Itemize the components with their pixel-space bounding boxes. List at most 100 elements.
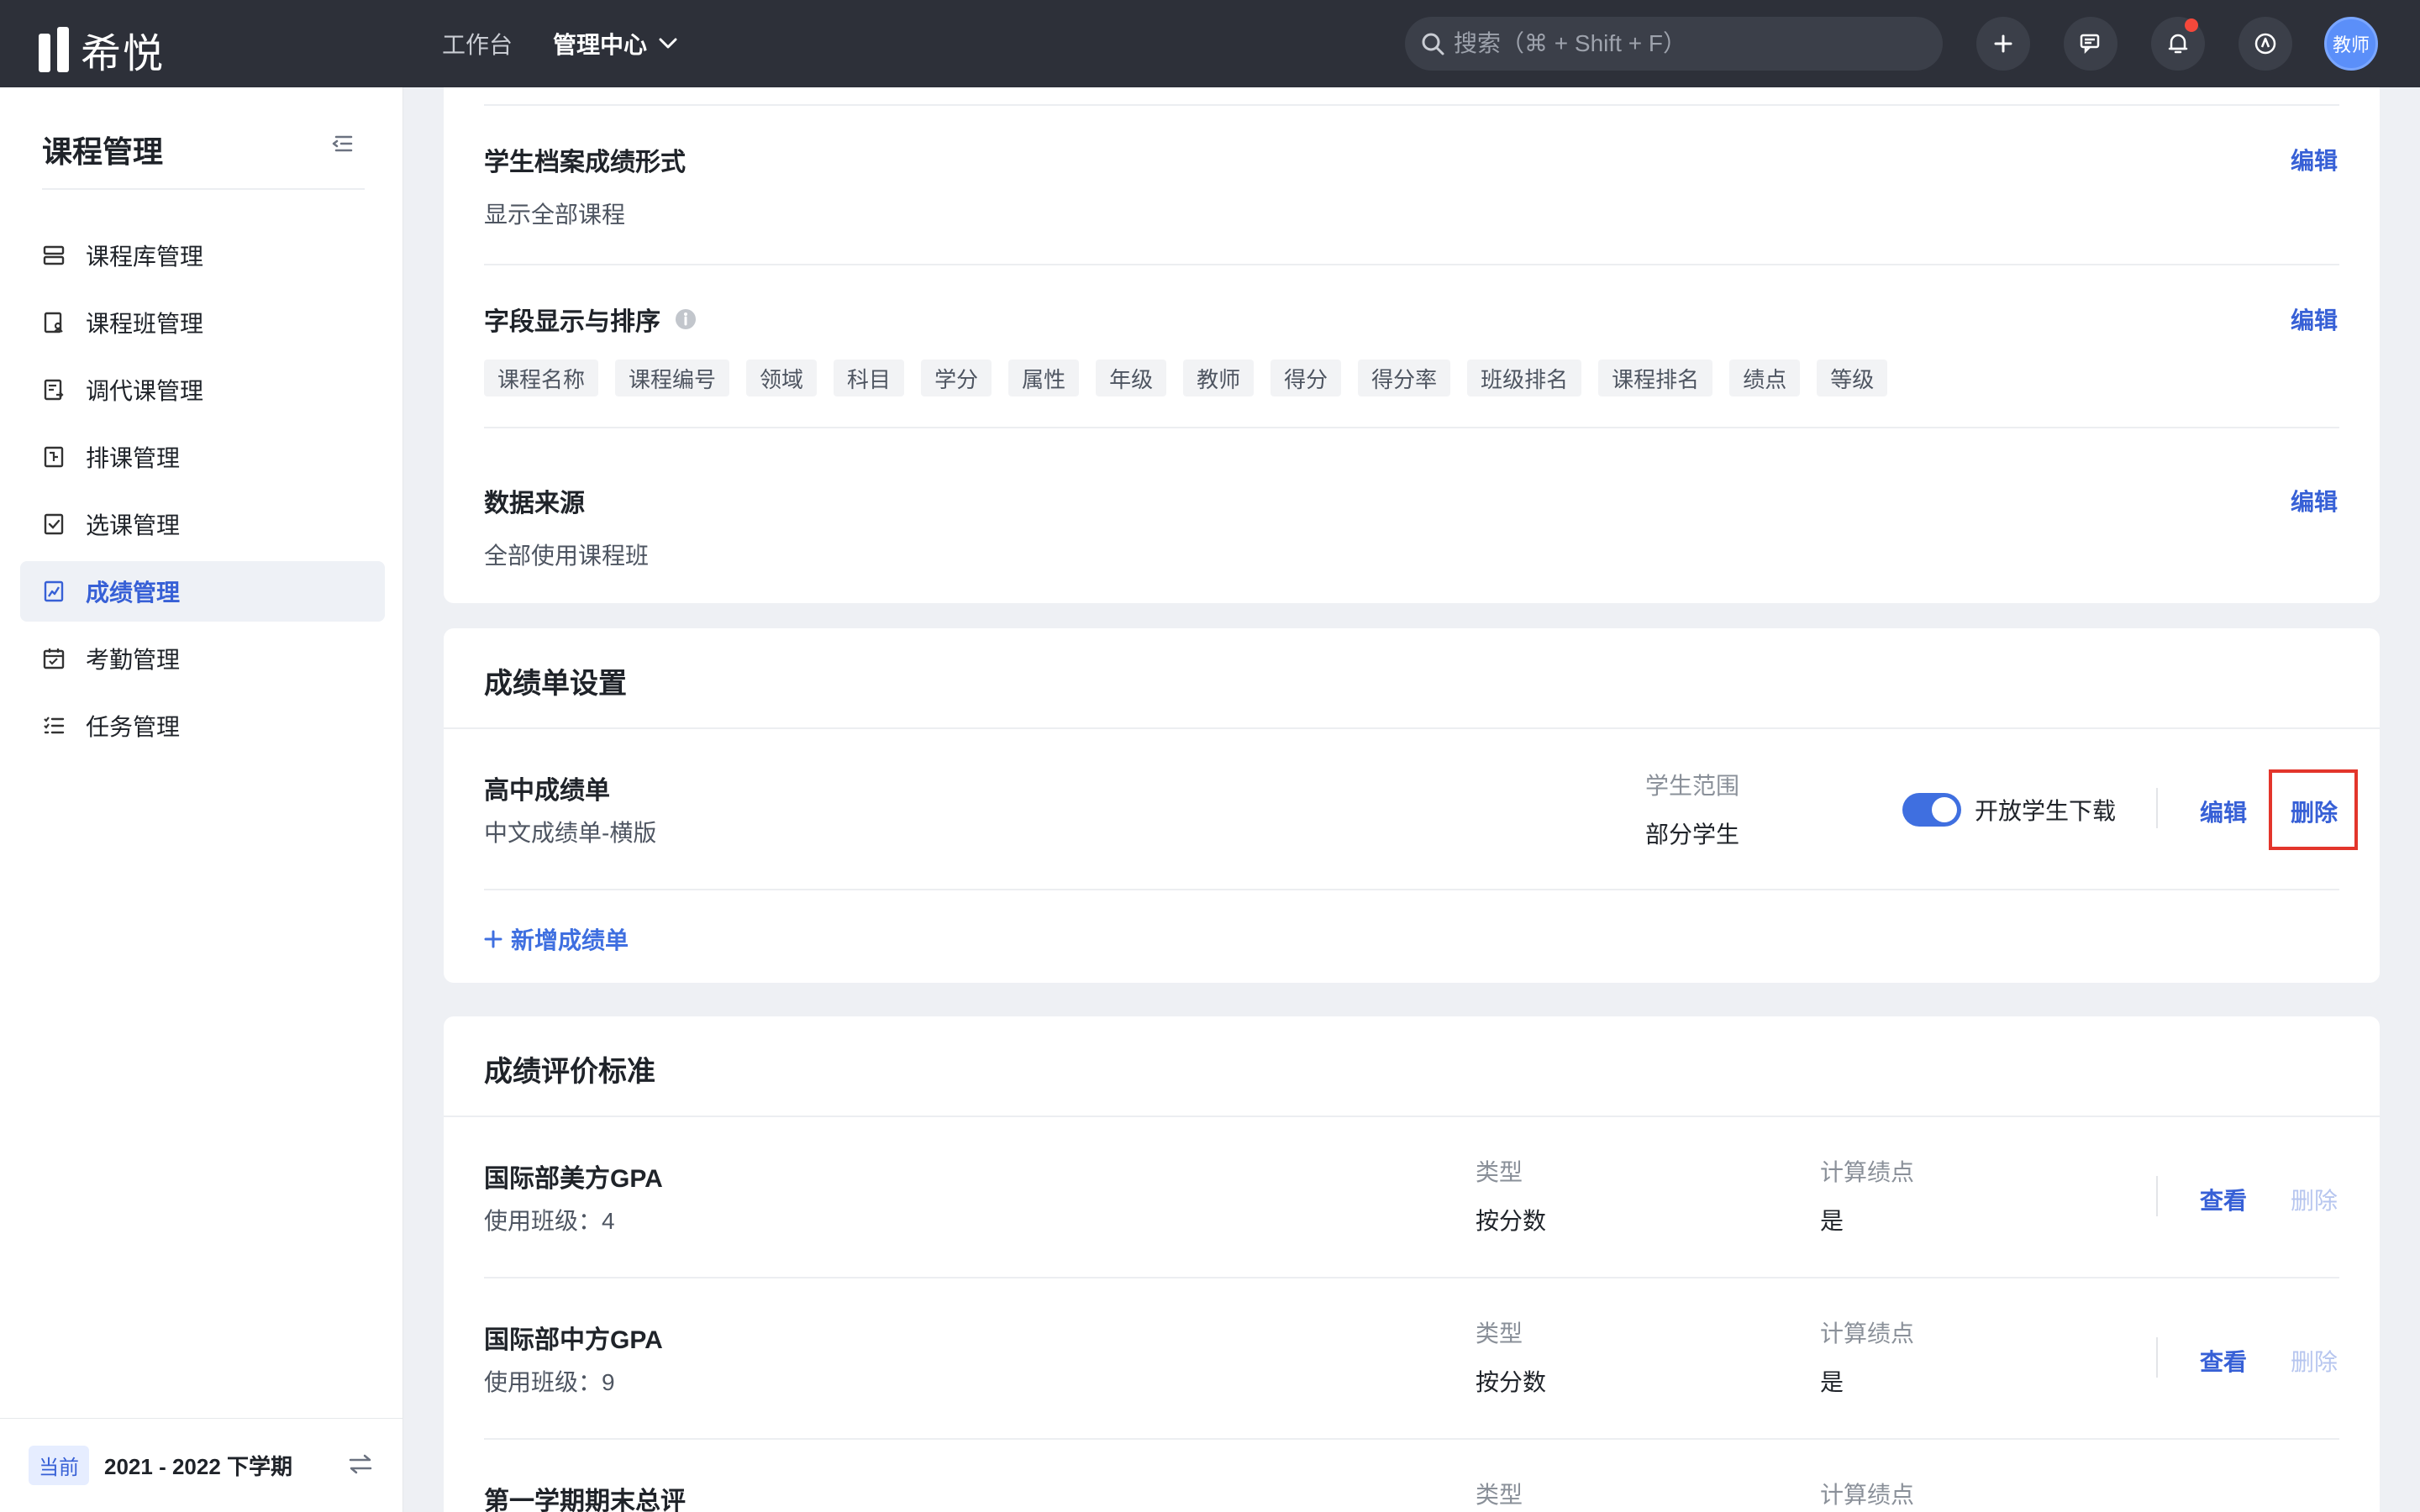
course-class-icon xyxy=(44,312,63,333)
user-avatar[interactable]: 教师 xyxy=(2324,17,2378,71)
field-tag: 属性 xyxy=(1008,360,1080,396)
sidebar-item-selection[interactable]: 选课管理 xyxy=(20,494,385,554)
sidebar-item-label: 考勤管理 xyxy=(86,647,181,673)
current-term-tag: 当前 xyxy=(29,1446,89,1485)
sidebar-item-substitute[interactable]: 调代课管理 xyxy=(20,360,385,420)
sidebar-item-label: 课程库管理 xyxy=(86,244,204,270)
task-icon xyxy=(44,717,65,734)
gpa-value: 是 xyxy=(1820,1208,1844,1234)
divider xyxy=(444,727,2380,729)
gpa-value: 是 xyxy=(1820,1369,1844,1395)
student-download-label: 开放学生下载 xyxy=(1975,798,2117,824)
type-label: 类型 xyxy=(1476,1159,1523,1185)
field-display-title-row: 字段显示与排序 xyxy=(484,301,697,338)
report-item-name: 高中成绩单 xyxy=(484,777,610,805)
grade-standards-card: 成绩评价标准 国际部美方GPA 使用班级：4 类型 按分数 计算绩点 是 查看 … xyxy=(444,1016,2380,1512)
info-icon[interactable] xyxy=(674,307,697,331)
divider xyxy=(484,104,2339,106)
divider xyxy=(2156,788,2158,828)
type-label: 类型 xyxy=(1476,1482,1523,1508)
sidebar-item-schedule[interactable]: 排课管理 xyxy=(20,427,385,487)
standard-name: 第一学期期末总评 xyxy=(484,1488,686,1512)
term-switcher[interactable]: 当前 2021 - 2022 下学期 xyxy=(0,1418,403,1512)
message-icon xyxy=(2080,34,2100,55)
field-tag: 绩点 xyxy=(1729,360,1801,396)
archive-format-title: 学生档案成绩形式 xyxy=(484,149,686,176)
student-scope-label: 学生范围 xyxy=(1645,773,1740,799)
field-tag: 学分 xyxy=(921,360,992,396)
view-standard-button[interactable]: 查看 xyxy=(2200,1344,2247,1378)
report-settings-title: 成绩单设置 xyxy=(484,668,627,700)
standard-name: 国际部中方GPA xyxy=(484,1326,663,1354)
delete-report-button[interactable]: 删除 xyxy=(2291,795,2338,828)
plus-icon xyxy=(1994,34,2012,53)
sidebar-item-course-class[interactable]: 课程班管理 xyxy=(20,292,385,353)
divider xyxy=(484,264,2339,265)
data-source-value: 全部使用课程班 xyxy=(484,543,650,569)
standard-sub: 使用班级：9 xyxy=(484,1369,615,1395)
plus-icon xyxy=(484,930,502,948)
notifications-button[interactable] xyxy=(2151,17,2205,71)
nav-workbench[interactable]: 工作台 xyxy=(442,27,513,60)
field-tag: 课程排名 xyxy=(1598,360,1713,396)
student-download-toggle[interactable] xyxy=(1902,793,1961,827)
field-tag: 班级排名 xyxy=(1467,360,1582,396)
sidebar-item-label: 调代课管理 xyxy=(86,378,204,404)
field-display-title: 字段显示与排序 xyxy=(484,308,660,336)
course-library-icon xyxy=(43,245,65,265)
divider xyxy=(444,1116,2380,1117)
sidebar-item-attendance[interactable]: 考勤管理 xyxy=(20,628,385,689)
standard-name: 国际部美方GPA xyxy=(484,1165,663,1193)
nav-management-center[interactable]: 管理中心 xyxy=(553,27,677,60)
collapse-sidebar-icon[interactable] xyxy=(331,134,353,153)
gpa-label: 计算绩点 xyxy=(1820,1159,1915,1185)
report-item-sub: 中文成绩单-横版 xyxy=(484,820,657,846)
sidebar: 课程管理 课程库管理 课程班管理 调代课管理 排课管理 选课管理 成绩管理 考勤… xyxy=(0,87,403,1512)
edit-field-display-button[interactable]: 编辑 xyxy=(2291,302,2338,336)
sidebar-item-label: 排课管理 xyxy=(86,445,181,471)
view-standard-button[interactable]: 查看 xyxy=(2200,1183,2247,1216)
logo-text: 希悦 xyxy=(81,32,166,76)
sidebar-item-label: 选课管理 xyxy=(86,512,181,538)
logo-mark-icon xyxy=(39,27,69,72)
add-report-button[interactable]: 新增成绩单 xyxy=(484,922,629,956)
app-logo[interactable]: 希悦 xyxy=(39,20,165,79)
field-tags: 课程名称 课程编号 领域 科目 学分 属性 年级 教师 得分 得分率 班级排名 … xyxy=(484,360,1888,396)
divider xyxy=(484,1277,2339,1278)
substitute-icon xyxy=(44,379,64,401)
field-tag: 科目 xyxy=(834,360,905,396)
schedule-icon xyxy=(44,446,64,468)
sidebar-item-course-library[interactable]: 课程库管理 xyxy=(20,225,385,286)
edit-data-source-button[interactable]: 编辑 xyxy=(2291,484,2338,517)
sidebar-item-task[interactable]: 任务管理 xyxy=(20,696,385,756)
field-tag: 等级 xyxy=(1817,360,1888,396)
field-tag: 教师 xyxy=(1183,360,1255,396)
edit-report-button[interactable]: 编辑 xyxy=(2200,795,2247,828)
add-report-label: 新增成绩单 xyxy=(511,927,629,953)
bell-icon xyxy=(2168,34,2188,54)
nav-management-center-label: 管理中心 xyxy=(553,32,648,58)
search-input[interactable] xyxy=(1454,30,1924,57)
app-switch-button[interactable] xyxy=(2238,17,2292,71)
field-tag: 得分率 xyxy=(1358,360,1451,396)
field-tag: 得分 xyxy=(1270,360,1342,396)
sidebar-menu: 课程库管理 课程班管理 调代课管理 排课管理 选课管理 成绩管理 考勤管理 任务… xyxy=(20,225,385,763)
gpa-label: 计算绩点 xyxy=(1820,1320,1915,1347)
compass-icon xyxy=(2254,33,2276,55)
swap-icon[interactable] xyxy=(348,1452,373,1476)
notification-dot xyxy=(2185,18,2198,32)
sidebar-item-label: 成绩管理 xyxy=(86,580,181,606)
global-search[interactable] xyxy=(1405,17,1943,71)
field-tag: 课程名称 xyxy=(484,360,599,396)
field-tag: 年级 xyxy=(1096,360,1167,396)
add-button[interactable] xyxy=(1976,17,2030,71)
standard-sub: 使用班级：4 xyxy=(484,1208,615,1234)
student-scope-value: 部分学生 xyxy=(1645,822,1740,848)
field-tag: 课程编号 xyxy=(615,360,730,396)
sidebar-item-grade[interactable]: 成绩管理 xyxy=(20,561,385,622)
delete-standard-button[interactable]: 删除 xyxy=(2291,1344,2338,1378)
edit-archive-format-button[interactable]: 编辑 xyxy=(2291,143,2338,176)
delete-standard-button[interactable]: 删除 xyxy=(2291,1183,2338,1216)
sidebar-title: 课程管理 xyxy=(42,134,164,169)
messages-button[interactable] xyxy=(2064,17,2118,71)
